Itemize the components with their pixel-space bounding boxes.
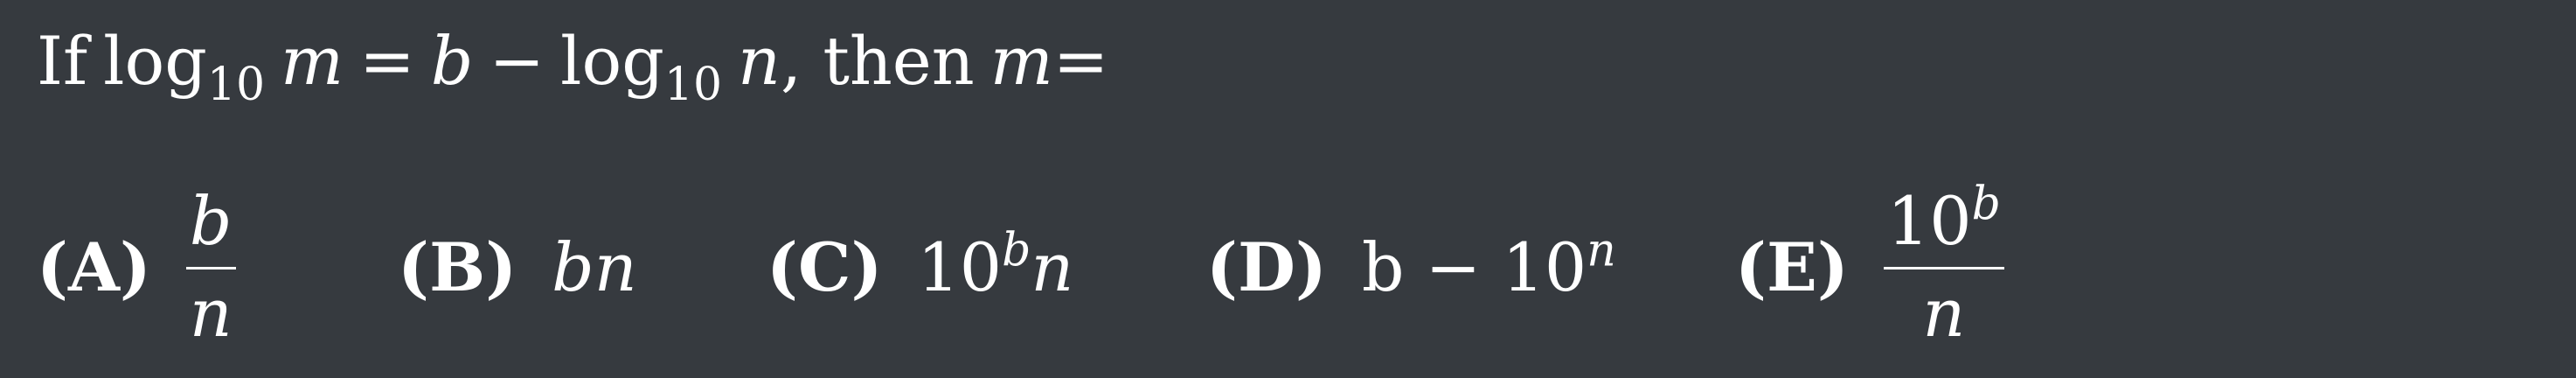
choice-a-denominator: n: [189, 273, 233, 352]
choice-e-label: (E): [1735, 228, 1849, 306]
choice-d-exponent: n: [1587, 223, 1616, 276]
choice-a-fraction: b n: [185, 187, 236, 352]
choice-e-fraction: 10b n: [1883, 181, 2004, 352]
choice-b-expression: bn: [552, 228, 637, 306]
choice-e-numerator: 10b: [1883, 181, 2004, 270]
choice-a-numerator: b: [185, 187, 236, 270]
variable-m: m: [281, 22, 344, 100]
question-end: m=: [989, 22, 1109, 100]
log-base-2: 10: [663, 59, 723, 112]
choice-d-label: (D): [1206, 228, 1327, 306]
choice-b[interactable]: (B) bn: [398, 179, 637, 354]
choice-e-num-exponent: b: [1971, 177, 2001, 230]
choice-e-num-base: 10: [1886, 181, 1972, 260]
log-function-2: log: [560, 22, 664, 100]
question-if: If: [37, 22, 88, 100]
choice-a[interactable]: (A) b n: [37, 179, 236, 354]
choice-c-expression: 10bn: [917, 228, 1073, 306]
equals-sign: =: [359, 22, 415, 100]
choice-b-label: (B): [398, 228, 517, 306]
choice-c-base: 10: [917, 228, 1003, 306]
choice-a-label: (A): [37, 228, 151, 306]
variable-b: b: [430, 22, 474, 100]
choice-e[interactable]: (E) 10b n: [1735, 179, 2004, 354]
choice-c-tail: n: [1031, 228, 1074, 306]
question-then: , then: [781, 22, 975, 100]
choice-c-exponent: b: [1002, 223, 1031, 276]
choice-c[interactable]: (C) 10bn: [767, 179, 1073, 354]
choice-d-expression: b − 10n: [1362, 228, 1616, 306]
question-text: If log10 m = b − log10 n, then m=: [37, 21, 1109, 108]
choice-d[interactable]: (D) b − 10n: [1206, 179, 1616, 354]
minus-sign: −: [489, 22, 545, 100]
choice-e-denominator: n: [1922, 273, 1966, 352]
choice-c-label: (C): [767, 228, 883, 306]
log-base: 10: [206, 59, 266, 112]
variable-n: n: [738, 22, 781, 100]
log-function: log: [103, 22, 207, 100]
choice-d-head: b − 10: [1361, 228, 1587, 306]
